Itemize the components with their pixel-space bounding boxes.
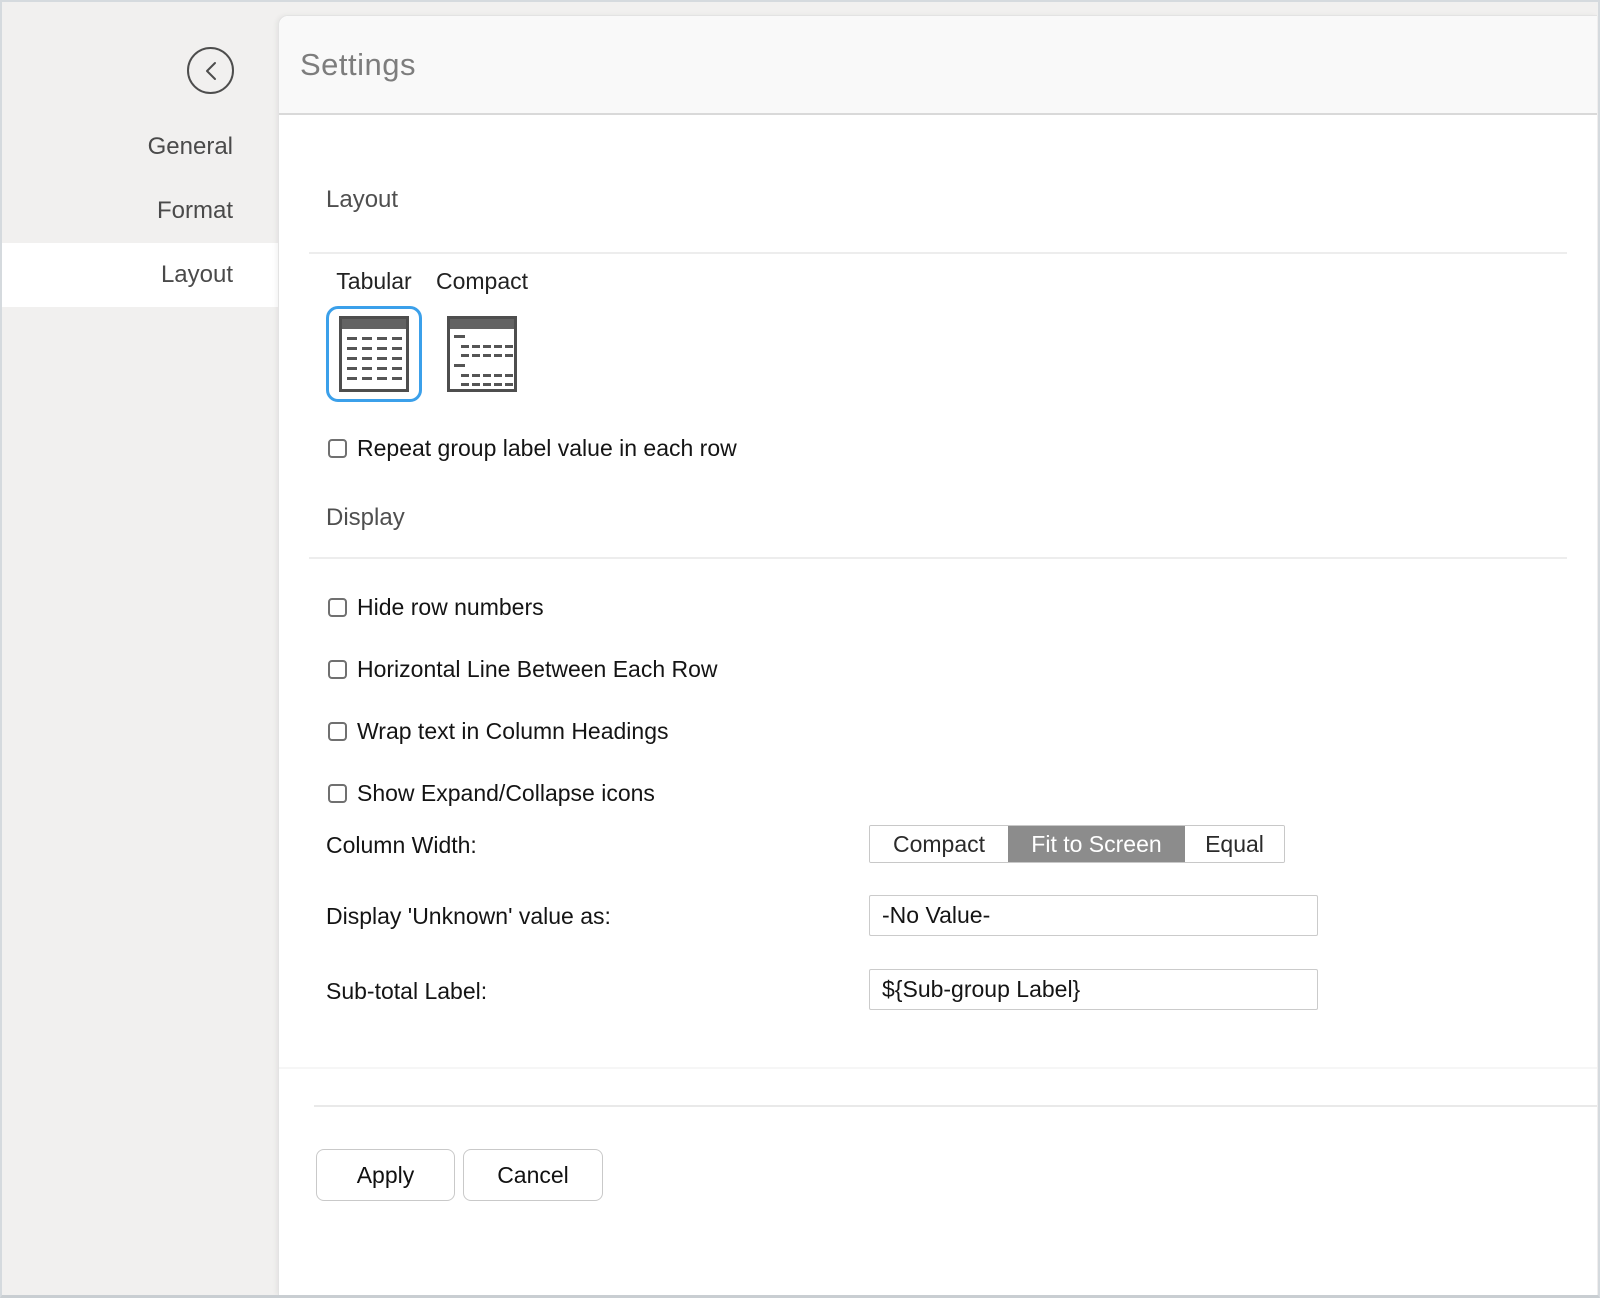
footer-divider [314, 1105, 1597, 1107]
wrap-text-text: Wrap text in Column Headings [357, 718, 669, 745]
wrap-text-checkbox[interactable] [328, 722, 347, 741]
layout-option-tabular[interactable]: Tabular [326, 268, 422, 402]
repeat-group-label-text: Repeat group label value in each row [357, 435, 737, 462]
checkbox-row-wrap-text[interactable]: Wrap text in Column Headings [328, 718, 669, 745]
subtotal-label-label: Sub-total Label: [326, 978, 487, 1005]
hide-row-numbers-text: Hide row numbers [357, 594, 544, 621]
layout-section-divider [309, 252, 1567, 254]
cancel-button[interactable]: Cancel [463, 1149, 603, 1201]
repeat-group-label-checkbox[interactable] [328, 439, 347, 458]
subtotal-label-input[interactable] [869, 969, 1318, 1010]
settings-page: General Format Layout Settings Layout Ta… [0, 0, 1600, 1298]
sidebar-item-layout[interactable]: Layout [2, 243, 278, 307]
horizontal-line-text: Horizontal Line Between Each Row [357, 656, 718, 683]
content-bottom-divider [279, 1067, 1597, 1069]
settings-panel: Settings Layout Tabular [278, 15, 1597, 1295]
settings-sidebar: General Format Layout [2, 2, 278, 1295]
sidebar-item-general[interactable]: General [2, 115, 278, 179]
column-width-option-compact[interactable]: Compact [870, 826, 1008, 862]
back-button[interactable] [187, 47, 234, 94]
checkbox-row-hide-row-numbers[interactable]: Hide row numbers [328, 594, 544, 621]
compact-layout-icon [447, 316, 517, 392]
sidebar-item-format[interactable]: Format [2, 179, 278, 243]
checkbox-row-horizontal-line[interactable]: Horizontal Line Between Each Row [328, 656, 718, 683]
expand-collapse-text: Show Expand/Collapse icons [357, 780, 655, 807]
checkbox-row-repeat-group-label[interactable]: Repeat group label value in each row [328, 435, 737, 462]
horizontal-line-checkbox[interactable] [328, 660, 347, 679]
tabular-option-label: Tabular [336, 268, 411, 295]
column-width-segmented-control: Compact Fit to Screen Equal [869, 825, 1285, 863]
expand-collapse-checkbox[interactable] [328, 784, 347, 803]
chevron-left-icon [202, 60, 220, 82]
sidebar-nav: General Format Layout [2, 115, 278, 307]
display-section-divider [309, 557, 1567, 559]
page-title: Settings [300, 47, 416, 83]
compact-option-label: Compact [436, 268, 528, 295]
tabular-layout-icon [339, 316, 409, 392]
layout-option-compact[interactable]: Compact [434, 268, 530, 402]
apply-button[interactable]: Apply [316, 1149, 455, 1201]
display-section-title: Display [326, 504, 405, 532]
unknown-value-label: Display 'Unknown' value as: [326, 903, 611, 930]
checkbox-row-expand-collapse[interactable]: Show Expand/Collapse icons [328, 780, 655, 807]
column-width-option-equal[interactable]: Equal [1185, 826, 1284, 862]
tabular-option-selected-box[interactable] [326, 306, 422, 402]
panel-header: Settings [279, 16, 1597, 115]
column-width-label: Column Width: [326, 832, 477, 859]
column-width-option-fit-to-screen[interactable]: Fit to Screen [1008, 826, 1185, 862]
layout-section-title: Layout [326, 186, 398, 214]
unknown-value-input[interactable] [869, 895, 1318, 936]
compact-option-box[interactable] [434, 306, 530, 402]
hide-row-numbers-checkbox[interactable] [328, 598, 347, 617]
